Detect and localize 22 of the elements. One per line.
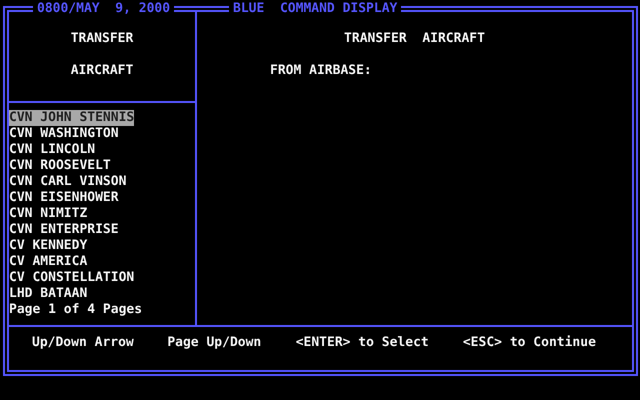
panel-heading: AIRCRAFT [70,63,134,79]
ship-list-item[interactable]: LHD BATAAN [9,286,88,302]
key-hint: <ENTER> to Select [296,335,430,351]
ship-list-item[interactable]: CVN ROOSEVELT [9,158,111,174]
ship-list-item[interactable]: CVN JOHN STENNIS [9,110,134,126]
prompt-label: FROM AIRBASE: [269,62,373,79]
ship-list-item[interactable]: CV CONSTELLATION [9,270,134,286]
ship-list-item[interactable]: CVN EISENHOWER [9,190,119,206]
key-hint: <ESC> to Continue [462,335,597,351]
panel-heading: TRANSFER [70,31,134,47]
ship-list-item[interactable]: CVN ENTERPRISE [9,222,119,238]
ship-list-item[interactable]: CVN NIMITZ [9,206,88,222]
header-datetime: 0800/MAY 9, 2000 [33,1,174,17]
page-indicator: Page 1 of 4 Pages [9,302,142,318]
ship-list-item[interactable]: CVN CARL VINSON [9,174,126,190]
panel-title: TRANSFER AIRCRAFT [344,30,485,47]
ship-list-item[interactable]: CVN LINCOLN [9,142,96,158]
key-hint: Page Up/Down [167,335,262,351]
ship-list-item[interactable]: CV KENNEDY [9,238,88,254]
ship-list-item[interactable]: CVN WASHINGTON [9,126,119,142]
ship-list-item[interactable]: CV AMERICA [9,254,88,270]
key-hint: Up/Down Arrow [32,335,135,351]
